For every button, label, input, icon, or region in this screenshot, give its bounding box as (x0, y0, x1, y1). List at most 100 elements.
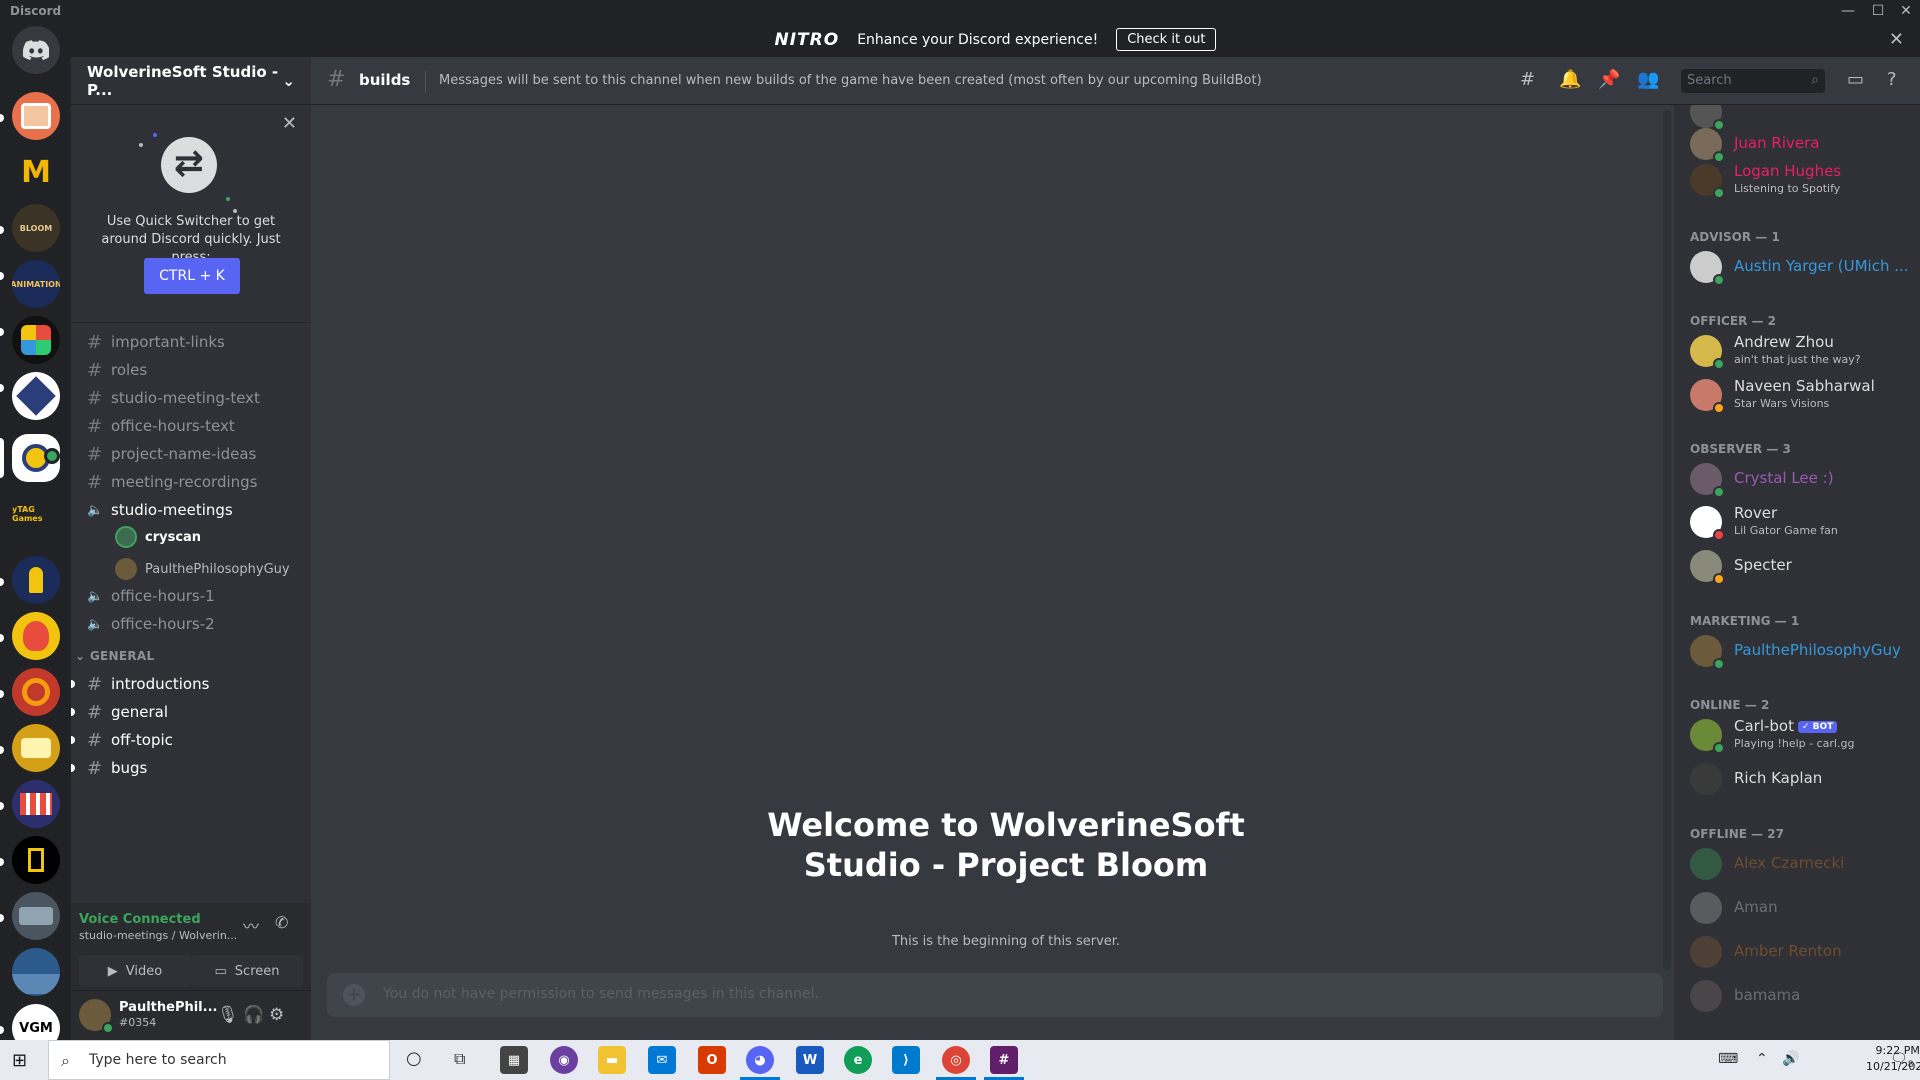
voice-channel-office-hours-2[interactable]: 🔈 office-hours-2 (79, 608, 303, 640)
member-item[interactable]: Rich Kaplan (1682, 758, 1914, 800)
sparkle-dot (153, 133, 157, 137)
chrome-icon[interactable]: ◎ (942, 1046, 970, 1074)
welcome-title: Welcome to WolverineSoft Studio - Projec… (767, 806, 1245, 884)
chat-scrollbar[interactable] (1663, 110, 1671, 970)
vscode-icon[interactable]: ⟩ (892, 1046, 920, 1074)
guild-icon-yellow[interactable] (12, 724, 60, 772)
screen-share-button[interactable]: ▭ Screen (191, 955, 303, 987)
voice-user-paul[interactable]: PaulthePhilosophyGuy (115, 555, 290, 583)
hash-icon: # (87, 415, 103, 437)
mail-icon[interactable]: ✉ (648, 1046, 676, 1074)
close-window-button[interactable]: ✕ (1890, 0, 1920, 22)
guild-icon-wolverinesoft[interactable] (12, 372, 60, 420)
taskbar-search-input[interactable]: ⌕ Type here to search (48, 1040, 390, 1080)
guild-icon-photo-2[interactable] (12, 948, 60, 996)
volume-icon[interactable]: 🔊 (1782, 1051, 1799, 1067)
composer-placeholder: You do not have permission to send messa… (383, 986, 819, 1002)
discord-taskbar-icon[interactable]: ◕ (746, 1046, 774, 1074)
unread-indicator (71, 764, 75, 772)
help-icon[interactable]: ? (1887, 69, 1897, 90)
username[interactable]: PaulthePhil... (119, 1000, 217, 1015)
noise-suppression-icon[interactable]: 〰 (243, 913, 259, 937)
inbox-icon[interactable]: ▭ (1847, 69, 1864, 90)
channel-bugs[interactable]: # bugs (71, 752, 303, 784)
member-item[interactable]: Andrew Zhou ain't that just the way? (1682, 330, 1914, 372)
banner-close-icon[interactable]: ✕ (1889, 29, 1904, 50)
chevron-up-icon[interactable]: ⌃ (1756, 1051, 1768, 1067)
voice-channel-studio-meetings[interactable]: 🔈 studio-meetings (79, 494, 303, 526)
online-status-icon (1713, 486, 1725, 498)
bot-badge: ✓ BOT (1798, 721, 1838, 733)
member-item[interactable]: Specter (1682, 545, 1914, 587)
guild-icon-pixel[interactable] (12, 780, 60, 828)
disconnect-icon[interactable]: ✆ (275, 913, 288, 932)
search-input[interactable]: Search ⌕ (1681, 69, 1825, 93)
guild-icon-1[interactable] (12, 92, 60, 140)
windows-start-icon[interactable]: ⊞ (12, 1050, 27, 1071)
hash-icon: # (87, 359, 103, 381)
voice-connected-status[interactable]: Voice Connected (79, 912, 201, 927)
quick-switcher-tip: ✕ ⇄ Use Quick Switcher to get around Dis… (71, 105, 311, 323)
chat-area: Welcome to WolverineSoft Studio - Projec… (311, 105, 1674, 1040)
notification-bell-icon[interactable]: 🔔 (1559, 69, 1581, 90)
guild-icon-m[interactable]: M (12, 148, 60, 196)
guild-icon-fire[interactable] (12, 612, 60, 660)
guild-unread-pill (0, 690, 4, 698)
github-icon[interactable]: ◉ (550, 1046, 578, 1074)
file-explorer-icon[interactable]: ▬ (598, 1046, 626, 1074)
channel-topic[interactable]: Messages will be sent to this channel wh… (439, 73, 1262, 88)
close-icon[interactable]: ✕ (282, 113, 297, 134)
member-item[interactable]: Logan Hughes Listening to Spotify (1682, 159, 1914, 201)
idle-status-icon (1713, 402, 1725, 414)
channel-name: builds (359, 71, 411, 89)
member-item[interactable]: Alex Czarnecki (1682, 843, 1914, 885)
member-item[interactable]: Austin Yarger (UMich ... (1682, 246, 1914, 288)
ctrl-k-button[interactable]: CTRL + K (144, 258, 240, 294)
microphone-icon[interactable]: 🎙 (217, 1005, 239, 1025)
member-item[interactable]: Rover Lil Gator Game fan (1682, 501, 1914, 543)
slack-icon[interactable]: # (990, 1046, 1018, 1074)
check-it-out-button[interactable]: Check it out (1116, 28, 1217, 51)
member-item[interactable]: Aman (1682, 887, 1914, 929)
guild-icon-ring[interactable] (12, 668, 60, 716)
edge-icon[interactable]: e (844, 1046, 872, 1074)
member-item[interactable]: Amber Renton (1682, 931, 1914, 973)
speaker-icon: 🔈 (87, 616, 104, 632)
voice-connection-panel: Voice Connected studio-meetings / Wolver… (71, 903, 311, 991)
member-item[interactable]: Carl-bot ✓ BOT Playing !help - carl.gg (1682, 714, 1914, 756)
group-header: OFFICER — 2 (1690, 314, 1777, 328)
voice-user-cryscan[interactable]: cryscan (115, 523, 201, 551)
threads-icon[interactable]: # (1520, 69, 1535, 90)
server-header[interactable]: WolverineSoft Studio - P... ⌄ (71, 57, 311, 105)
video-button[interactable]: ▶ Video (79, 955, 191, 987)
member-item[interactable]: PaulthePhilosophyGuy (1682, 630, 1914, 672)
notifications-icon[interactable]: 🗨8 (1890, 1051, 1914, 1070)
store-icon[interactable]: ▦ (500, 1046, 528, 1074)
task-view-icon[interactable]: ⧉ (454, 1049, 465, 1069)
word-icon[interactable]: W (796, 1046, 824, 1074)
guild-icon-bloom[interactable]: BLOOM (12, 204, 60, 252)
windows-taskbar: ⊞ ⌕ Type here to search ○ ⧉ ▦ ◉ ▬ ✉ O ◕ … (0, 1040, 1920, 1080)
member-list-icon[interactable]: 👥 (1637, 69, 1659, 90)
guild-icon-animation-club[interactable]: ANIMATION (12, 260, 60, 308)
minimize-button[interactable]: — (1832, 0, 1864, 22)
voice-location[interactable]: studio-meetings / Wolverin... (79, 929, 237, 942)
cortana-icon[interactable]: ○ (406, 1048, 422, 1069)
category-general[interactable]: ⌄ GENERAL (75, 649, 154, 663)
guild-icon-ytag[interactable]: yTAG Games (12, 490, 60, 538)
guild-icon-photo-1[interactable] (12, 892, 60, 940)
member-item[interactable]: Crystal Lee :) (1682, 458, 1914, 500)
member-item[interactable]: Naveen Sabharwal Star Wars Visions (1682, 374, 1914, 416)
guild-icon-book[interactable] (12, 836, 60, 884)
pin-icon[interactable]: 📌 (1598, 69, 1620, 90)
member-item[interactable]: bamama (1682, 975, 1914, 1017)
settings-gear-icon[interactable]: ⚙ (269, 1005, 284, 1025)
guild-icon-colorful[interactable] (12, 316, 60, 364)
guild-icon-chess[interactable] (12, 556, 60, 604)
discord-home-icon[interactable] (12, 26, 60, 74)
sparkle-dot (226, 197, 230, 201)
office-icon[interactable]: O (698, 1046, 726, 1074)
avatar (1690, 892, 1722, 924)
keyboard-icon[interactable]: ⌨ (1718, 1051, 1738, 1067)
headphones-icon[interactable]: 🎧 (243, 1005, 264, 1025)
